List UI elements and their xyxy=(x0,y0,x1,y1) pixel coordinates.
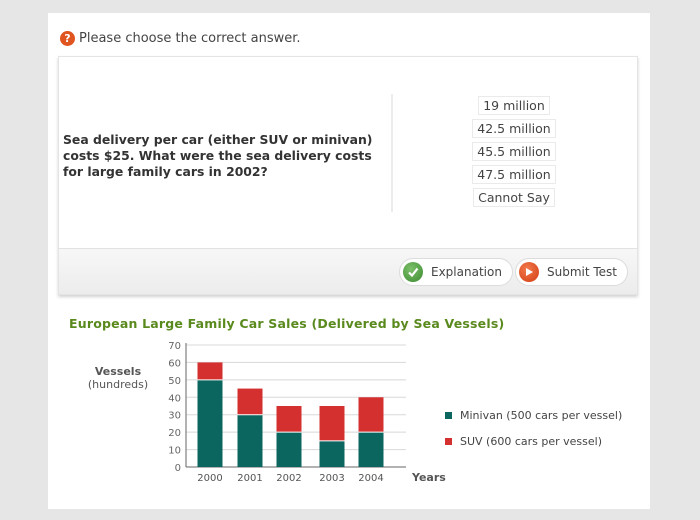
bar-suv-2003 xyxy=(319,406,345,441)
y-tick-label: 0 xyxy=(175,463,181,474)
x-tick-label: 2001 xyxy=(237,473,262,484)
x-tick-label: 2002 xyxy=(276,473,301,484)
legend-label: SUV (600 cars per vessel) xyxy=(460,435,603,448)
legend-label: Minivan (500 cars per vessel) xyxy=(460,409,623,422)
bar-suv-2004 xyxy=(358,397,384,433)
y-tick-label: 60 xyxy=(168,358,181,369)
bar-minivan-2002 xyxy=(276,432,302,467)
y-tick-label: 20 xyxy=(168,428,181,439)
x-axis-title: Years xyxy=(411,471,446,484)
x-tick-label: 2004 xyxy=(358,473,383,484)
y-tick-label: 30 xyxy=(168,411,181,422)
x-tick-label: 2003 xyxy=(319,473,344,484)
y-tick-label: 10 xyxy=(168,446,181,457)
bar-suv-2002 xyxy=(276,406,302,433)
bar-suv-2001 xyxy=(237,388,263,415)
legend-swatch-minivan xyxy=(445,412,452,419)
legend-item-suv: SUV (600 cars per vessel) xyxy=(445,435,622,448)
y-tick-label: 70 xyxy=(168,341,181,352)
chart-legend: Minivan (500 cars per vessel) SUV (600 c… xyxy=(445,409,622,461)
legend-item-minivan: Minivan (500 cars per vessel) xyxy=(445,409,622,422)
y-tick-label: 40 xyxy=(168,393,181,404)
bar-minivan-2003 xyxy=(319,440,345,467)
x-tick-label: 2000 xyxy=(197,473,222,484)
bar-minivan-2001 xyxy=(237,414,263,467)
bar-suv-2000 xyxy=(197,362,223,380)
legend-swatch-suv xyxy=(445,438,452,445)
test-page: ? Please choose the correct answer. Sea … xyxy=(48,13,650,509)
bar-minivan-2000 xyxy=(197,379,223,467)
y-tick-label: 50 xyxy=(168,376,181,387)
bar-minivan-2004 xyxy=(358,432,384,467)
